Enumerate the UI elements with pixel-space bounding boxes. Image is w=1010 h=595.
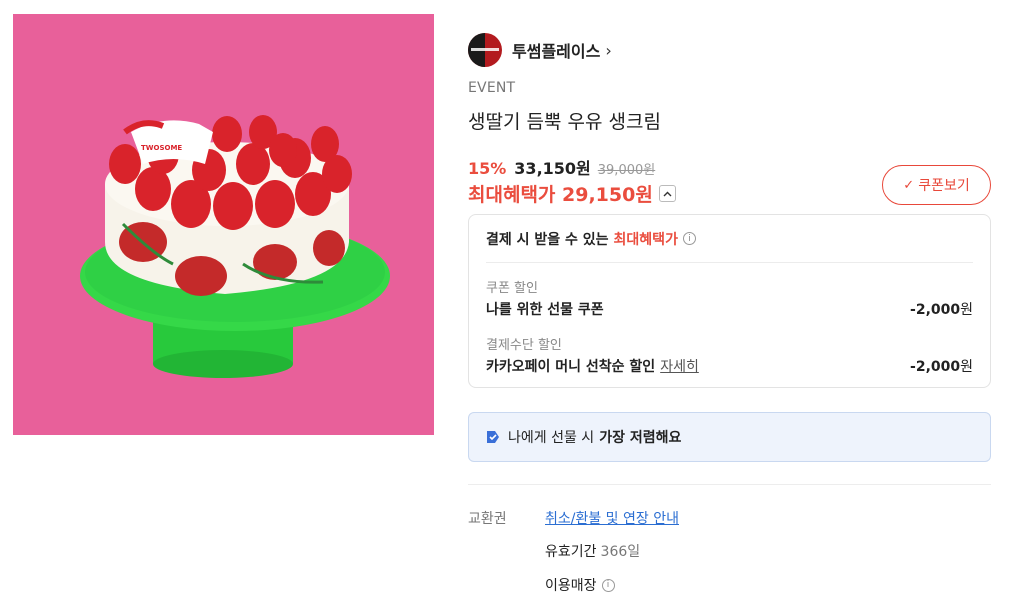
discount-rate: 15% (468, 159, 507, 178)
chevron-up-icon[interactable] (658, 185, 676, 202)
stores-row: 이용매장 i (545, 575, 615, 595)
benefit-name: 카카오페이 머니 선착순 할인 자세히 (486, 356, 973, 376)
benefit-category: 결제수단 할인 (486, 338, 562, 353)
benefit-category: 쿠폰 할인 (486, 281, 538, 296)
event-label: EVENT (468, 80, 516, 96)
benefit-amount-value: -2,000 (910, 359, 961, 375)
validity-value: 366일 (600, 544, 641, 560)
benefit-amount: -2,000원 (910, 356, 973, 376)
benefit-box: 결제 시 받을 수 있는 최대혜택가 i 쿠폰 할인 나를 위한 선물 쿠폰 -… (468, 214, 991, 388)
max-benefit-row: 최대혜택가 29,150원 (468, 180, 676, 207)
gift-notice-text: 나에게 선물 시 (508, 430, 595, 446)
section-divider (468, 484, 991, 485)
stores-label: 이용매장 (545, 578, 597, 594)
info-icon[interactable]: i (682, 232, 696, 245)
benefit-item-coupon: 쿠폰 할인 나를 위한 선물 쿠폰 -2,000원 (486, 277, 973, 319)
benefit-item-payment: 결제수단 할인 카카오페이 머니 선착순 할인 자세히 -2,000원 (486, 334, 973, 376)
info-icon[interactable]: i (601, 578, 615, 592)
brand-name: 투썸플레이스 (512, 42, 601, 61)
brand-link[interactable]: 투썸플레이스 › (468, 33, 612, 67)
max-benefit-price: 최대혜택가 29,150원 (468, 184, 653, 206)
brand-logo (468, 33, 502, 67)
benefit-name-text: 카카오페이 머니 선착순 할인 (486, 359, 656, 375)
benefit-heading: 결제 시 받을 수 있는 최대혜택가 i (486, 215, 973, 263)
validity-row: 유효기간 366일 (545, 541, 640, 561)
gift-notice-bold: 가장 저렴해요 (599, 430, 682, 446)
original-price: 39,000원 (597, 163, 656, 178)
benefit-amount-unit: 원 (960, 302, 973, 318)
check-icon: ✓ (903, 177, 915, 193)
price-row: 15% 33,150원 39,000원 (468, 155, 655, 179)
benefit-heading-text: 결제 시 받을 수 있는 (486, 231, 609, 248)
gift-notice[interactable]: 나에게 선물 시 가장 저렴해요 (468, 412, 991, 462)
sale-price: 33,150원 (514, 159, 591, 178)
benefit-heading-accent: 최대혜택가 (613, 231, 678, 248)
detail-link[interactable]: 자세히 (660, 359, 699, 375)
product-title: 생딸기 듬뿍 우유 생크림 (468, 111, 661, 133)
refund-policy-link[interactable]: 취소/환불 및 연장 안내 (545, 508, 679, 528)
view-coupon-button[interactable]: ✓ 쿠폰보기 (882, 165, 991, 205)
view-coupon-label: 쿠폰보기 (918, 178, 970, 194)
validity-label: 유효기간 (545, 544, 597, 560)
cake-illustration: TWOSOME (13, 14, 434, 435)
chevron-right-icon: › (605, 40, 612, 60)
benefit-amount-unit: 원 (960, 359, 973, 375)
benefit-amount: -2,000원 (910, 299, 973, 319)
gift-tag-icon (487, 431, 499, 443)
benefit-amount-value: -2,000 (910, 302, 961, 318)
plaque-text: TWOSOME (141, 144, 182, 152)
benefit-name: 나를 위한 선물 쿠폰 (486, 302, 604, 318)
voucher-label: 교환권 (468, 511, 507, 527)
product-image: TWOSOME (13, 14, 434, 435)
